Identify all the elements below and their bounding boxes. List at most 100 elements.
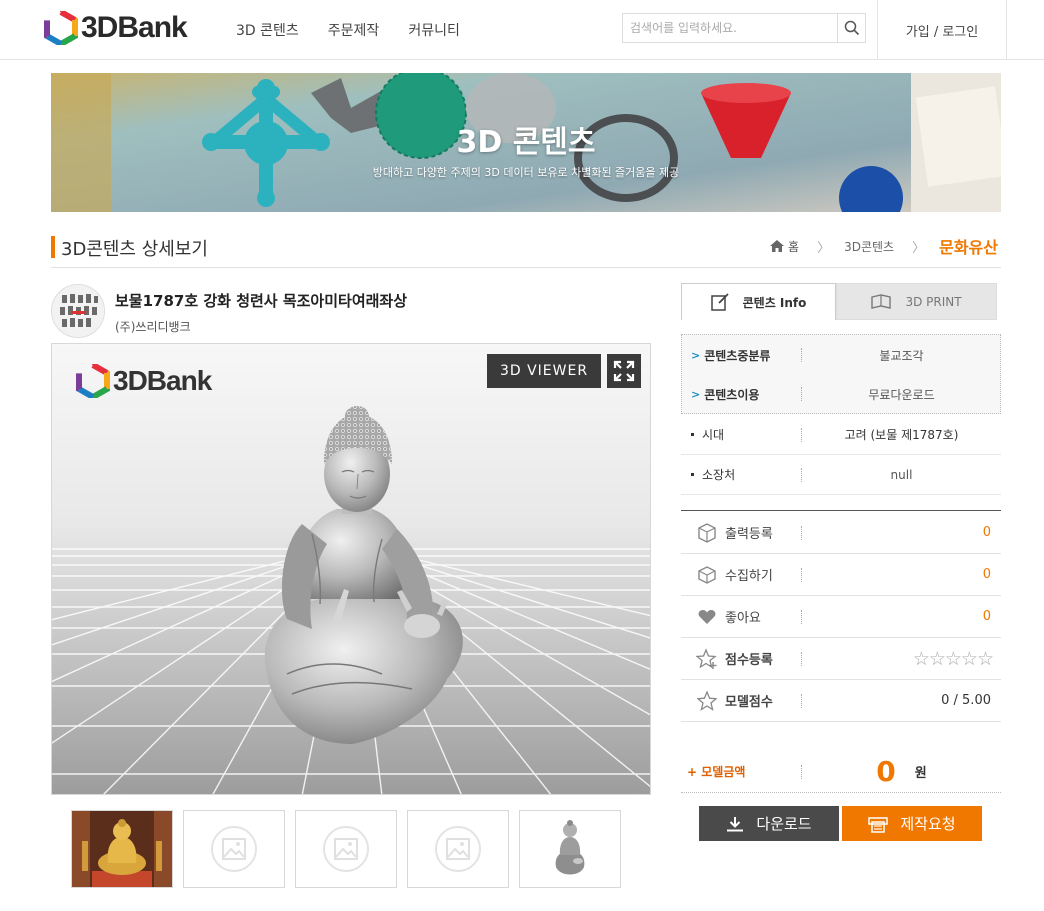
thumbnail-placeholder[interactable] <box>295 810 397 888</box>
image-placeholder-icon <box>323 826 369 872</box>
nav-custom-order[interactable]: 주문제작 <box>328 20 380 40</box>
stat-value: 0 <box>982 609 991 624</box>
tab-content-info[interactable]: 콘텐츠 Info <box>681 283 836 320</box>
hexagon-logo-icon <box>76 364 110 398</box>
tab-3d-print[interactable]: 3D PRINT <box>836 283 997 320</box>
box-print-icon <box>698 522 716 543</box>
viewer-watermark-logo: 3DBank <box>76 364 212 398</box>
banner: 3D 콘텐츠 방대하고 다양한 주제의 3D 데이터 보유로 차별화된 즐거움을… <box>51 73 1001 212</box>
golden-buddha-photo <box>72 811 172 887</box>
rating-stars[interactable]: ☆☆☆☆☆ <box>913 648 994 670</box>
company-avatar-image <box>52 285 104 337</box>
title-accent-bar <box>51 236 55 258</box>
thumbnail-model[interactable] <box>519 810 621 888</box>
company-avatar[interactable] <box>51 284 105 338</box>
3d-viewer-button[interactable]: 3D VIEWER <box>487 354 601 388</box>
breadcrumb-home[interactable]: 홈 <box>770 238 799 255</box>
price-amount: 0 <box>876 755 896 788</box>
stat-label: 모델점수 <box>725 695 773 710</box>
download-icon <box>727 816 744 831</box>
stat-label: 점수등록 <box>725 653 773 668</box>
login-link[interactable]: 가입 / 로그인 <box>878 0 1006 60</box>
page-title: 3D콘텐츠 상세보기 <box>61 239 208 260</box>
site-logo[interactable]: 3DBank <box>44 8 188 48</box>
stat-row-like[interactable]: 좋아요 0 <box>681 596 1001 638</box>
divider <box>51 267 1001 268</box>
header-divider <box>1006 0 1007 60</box>
chevron-right-icon: > <box>691 387 701 401</box>
thumbnail-placeholder[interactable] <box>183 810 285 888</box>
order-request-button-label: 제작요청 <box>900 815 956 833</box>
info-label: 콘텐츠이용 <box>704 387 760 402</box>
printer-icon <box>868 816 889 833</box>
cube-icon <box>698 565 716 584</box>
thumbnail-photo[interactable] <box>71 810 173 888</box>
site-header: 3DBank 3D 콘텐츠 주문제작 커뮤니티 가입 / 로그인 <box>0 0 1044 60</box>
breadcrumb-home-label: 홈 <box>788 239 800 254</box>
price-row: + 모델금액 0 원 <box>681 751 1001 793</box>
heart-icon <box>698 609 716 624</box>
chevron-right-icon: 〉 <box>817 240 831 256</box>
stat-row-print-register[interactable]: 출력등록 0 <box>681 512 1001 554</box>
info-value: 불교조각 <box>879 348 924 363</box>
nav-community[interactable]: 커뮤니티 <box>408 20 460 40</box>
viewer-floor-grid <box>52 344 650 794</box>
stat-row-model-score: 모델점수 0 / 5.00 <box>681 680 1001 722</box>
download-button[interactable]: 다운로드 <box>699 806 839 841</box>
info-label: 소장처 <box>702 468 736 482</box>
chevron-right-icon: 〉 <box>912 240 926 256</box>
tab-content-info-label: 콘텐츠 Info <box>742 295 807 310</box>
stat-row-collect[interactable]: 수집하기 0 <box>681 554 1001 596</box>
search-input[interactable] <box>623 14 837 42</box>
stat-value: 0 <box>982 525 991 540</box>
info-row-category: > 콘텐츠중분류 불교조각 <box>681 335 1001 375</box>
logo-text: 3DBank <box>81 11 188 44</box>
product-title: 보물1787호 강화 청련사 목조아미타여래좌상 <box>115 292 408 310</box>
image-placeholder-icon <box>435 826 481 872</box>
content-tabs: 콘텐츠 Info 3D PRINT <box>681 283 997 320</box>
search-button[interactable] <box>837 14 865 42</box>
order-request-button[interactable]: 제작요청 <box>842 806 982 841</box>
stat-label: 좋아요 <box>725 611 761 626</box>
divider <box>681 510 1001 511</box>
tab-3d-print-label: 3D PRINT <box>905 294 962 309</box>
breadcrumb-current: 문화유산 <box>939 238 998 257</box>
star-icon <box>697 690 717 711</box>
3d-viewer[interactable]: 3DBank 3D VIEWER <box>51 343 651 795</box>
stat-value: 0 / 5.00 <box>941 693 991 708</box>
breadcrumb-3d-contents[interactable]: 3D콘텐츠 <box>844 238 894 255</box>
stat-value: 0 <box>982 567 991 582</box>
download-button-label: 다운로드 <box>756 815 812 833</box>
info-row-location: 소장처 null <box>681 455 1001 495</box>
breadcrumb: 홈 〉 3D콘텐츠 〉 문화유산 <box>770 234 998 258</box>
hexagon-logo-icon <box>44 11 78 45</box>
info-value: null <box>890 467 913 482</box>
info-label: 시대 <box>702 428 725 442</box>
price-label: + 모델금액 <box>687 765 746 779</box>
banner-title: 3D 콘텐츠 <box>456 125 596 160</box>
fullscreen-button[interactable] <box>607 354 641 388</box>
buddha-model-thumbnail <box>555 820 585 875</box>
company-name[interactable]: (주)쓰리디뱅크 <box>115 318 191 335</box>
nav-3d-contents[interactable]: 3D 콘텐츠 <box>236 20 299 40</box>
search-icon <box>844 20 859 36</box>
thumbnail-placeholder[interactable] <box>407 810 509 888</box>
stat-label: 출력등록 <box>725 527 773 542</box>
info-value: 무료다운로드 <box>868 387 935 402</box>
info-row-usage: > 콘텐츠이용 무료다운로드 <box>681 374 1001 414</box>
chevron-right-icon: > <box>691 348 701 362</box>
image-placeholder-icon <box>211 826 257 872</box>
info-row-era: 시대 고려 (보물 제1787호) <box>681 415 1001 455</box>
info-label: 콘텐츠중분류 <box>704 348 771 363</box>
viewer-logo-text: 3DBank <box>113 365 212 396</box>
book-icon <box>871 293 892 309</box>
home-icon <box>770 240 785 252</box>
edit-document-icon <box>710 293 729 311</box>
search-box <box>622 13 866 43</box>
info-value: 고려 (보물 제1787호) <box>844 428 959 442</box>
fullscreen-icon <box>613 360 635 382</box>
star-add-icon <box>696 647 717 669</box>
main-nav: 3D 콘텐츠 주문제작 커뮤니티 <box>236 20 489 40</box>
banner-subtitle: 방대하고 다양한 주제의 3D 데이터 보유로 차별화된 즐거움을 제공 <box>372 166 680 179</box>
stat-row-rate[interactable]: 점수등록 ☆☆☆☆☆ <box>681 638 1001 680</box>
